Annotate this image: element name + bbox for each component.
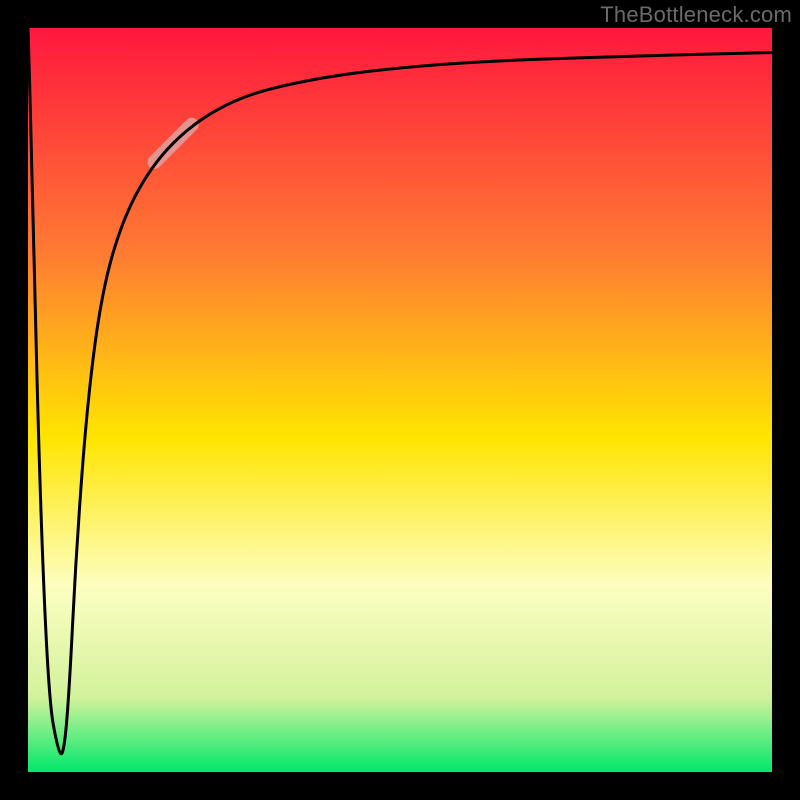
chart-root: TheBottleneck.com [0,0,800,800]
chart-svg [28,28,772,772]
watermark-text: TheBottleneck.com [600,2,792,28]
plot-area [28,28,772,772]
chart-background [28,28,772,772]
